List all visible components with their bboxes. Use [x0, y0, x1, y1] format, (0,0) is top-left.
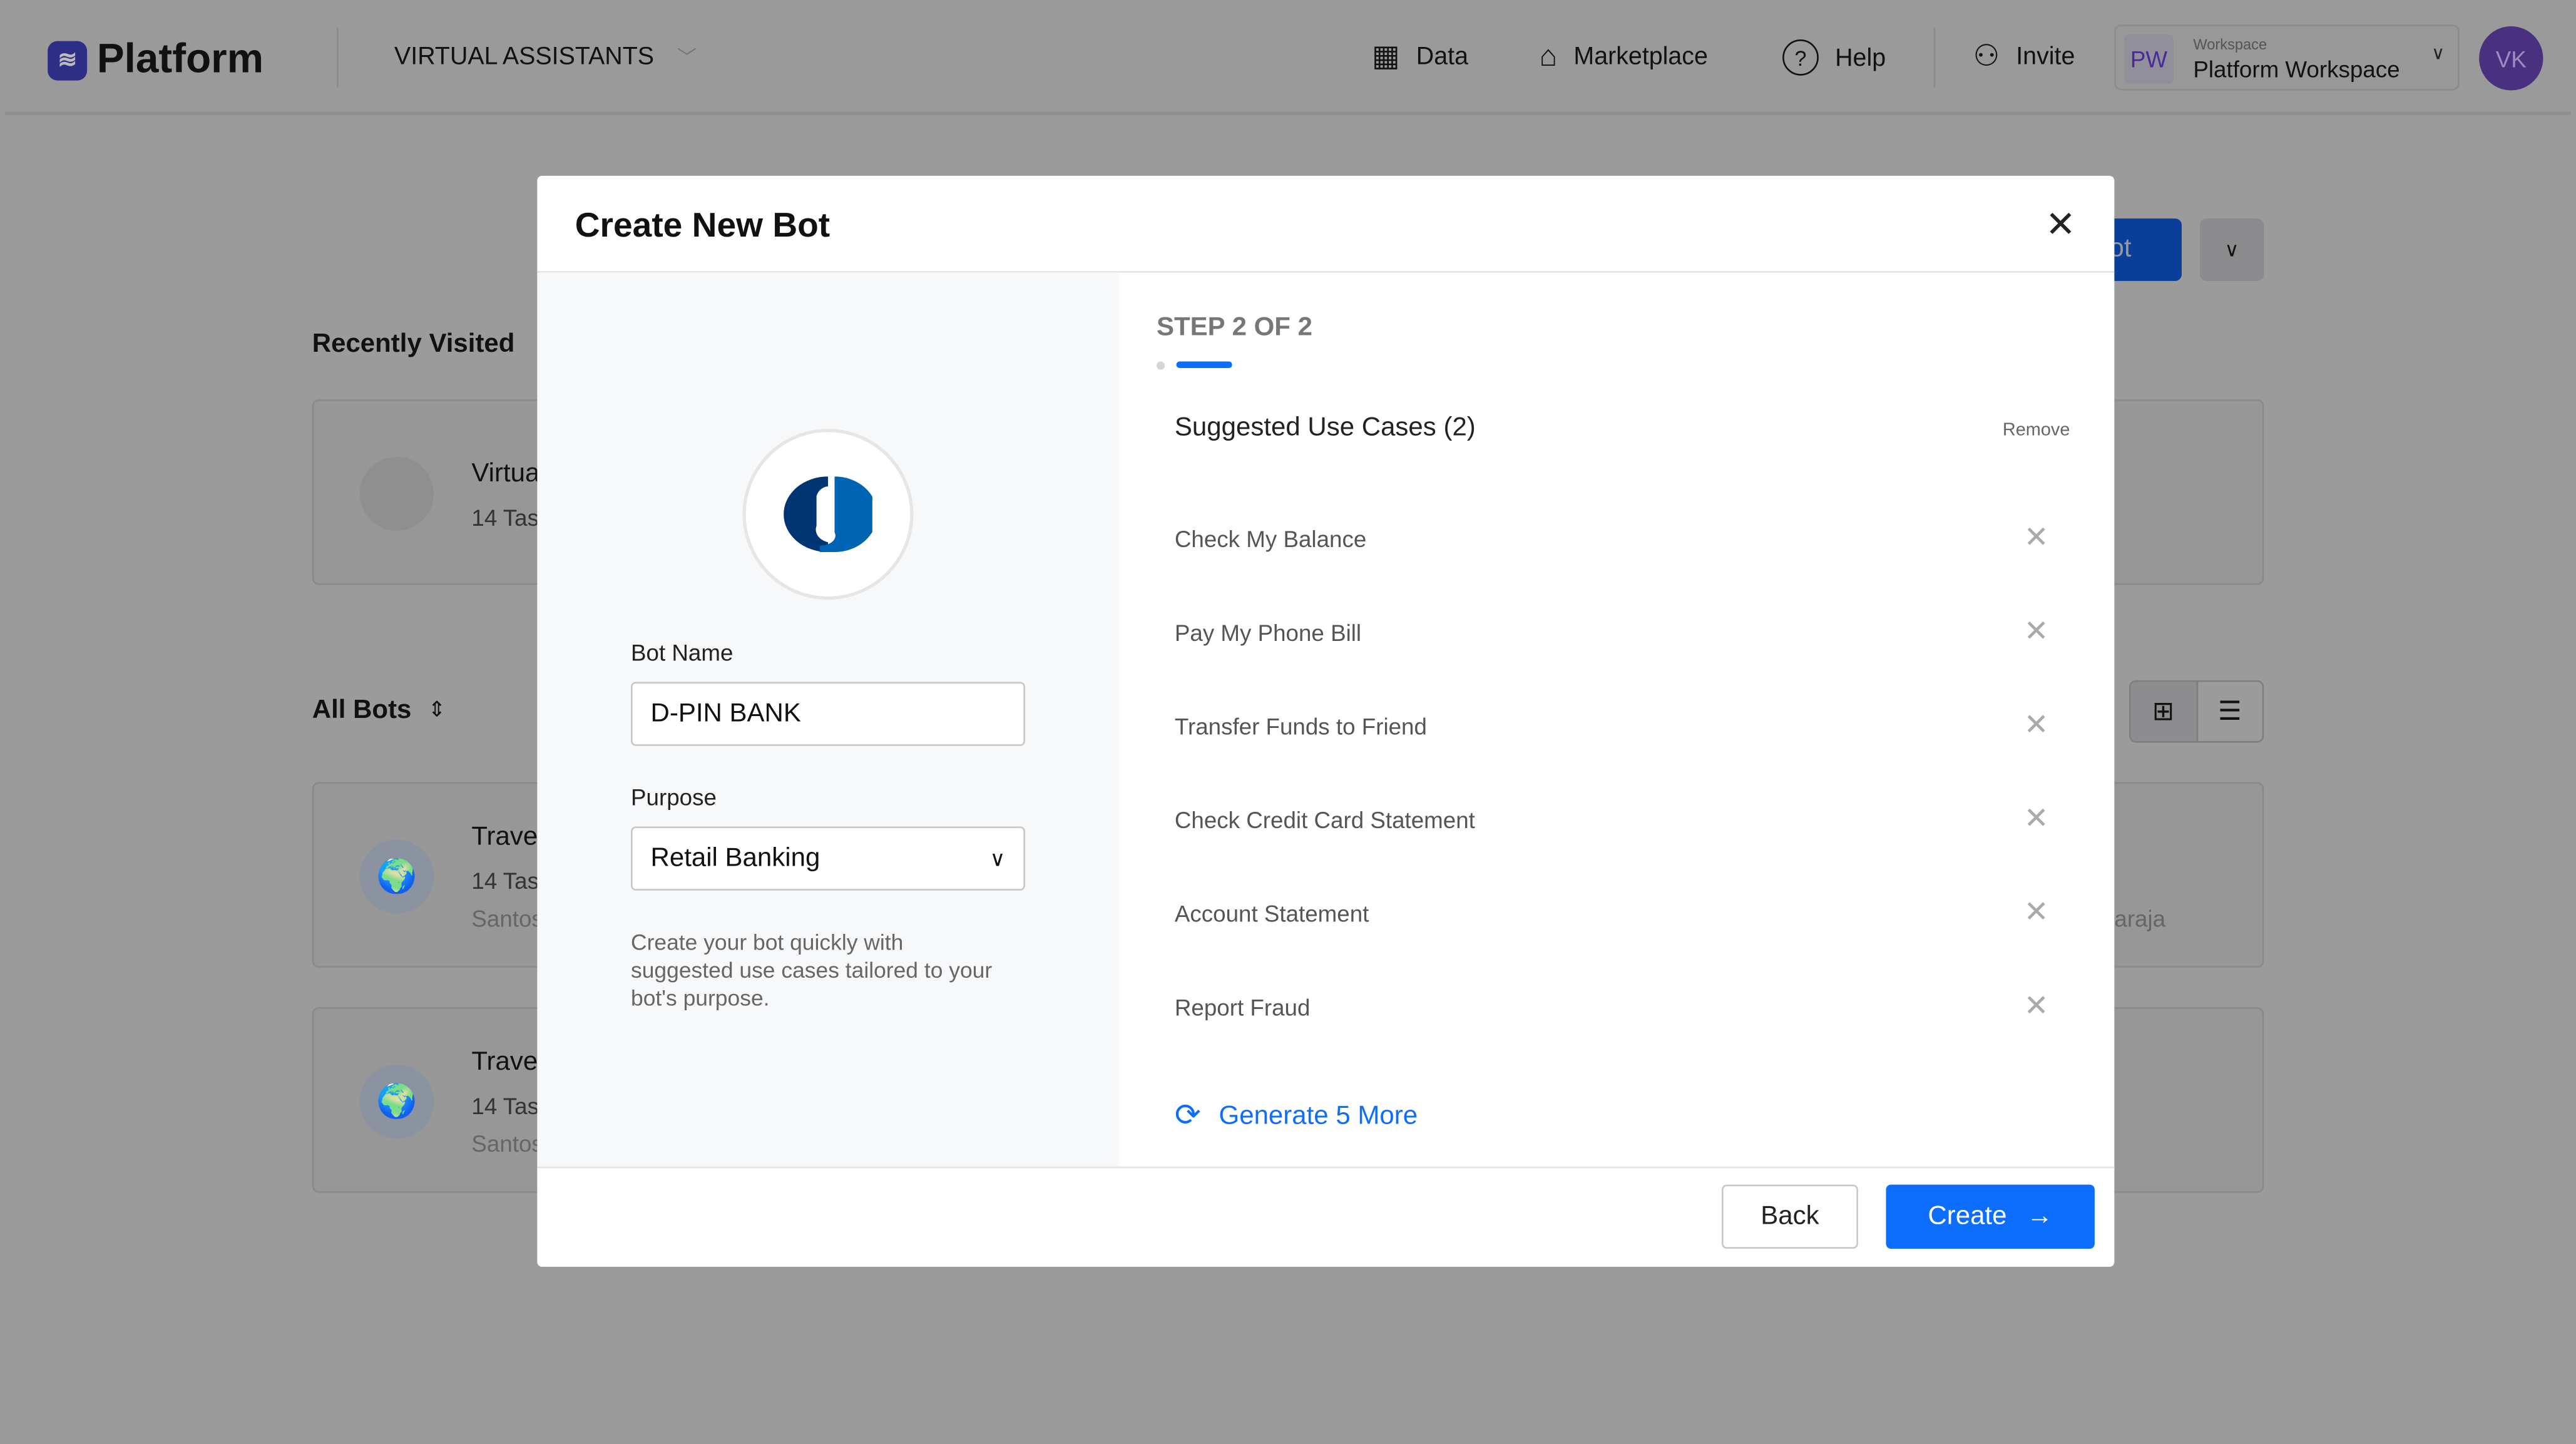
table-icon: ▦: [1371, 39, 1400, 73]
all-bots-sort[interactable]: All Bots ⇕: [312, 697, 446, 726]
section-title: Recently Visited: [312, 330, 515, 359]
step-indicator: STEP 2 OF 2: [1157, 314, 1313, 342]
workspace-selector[interactable]: PW Workspace Platform Workspace ∨: [2114, 24, 2460, 91]
refresh-icon: ⟳: [1174, 1099, 1201, 1134]
view-toggle: ⊞ ☰: [2129, 680, 2264, 743]
basket-icon: ⌂: [1539, 39, 1558, 73]
close-icon[interactable]: ✕: [2024, 802, 2049, 836]
back-button[interactable]: Back: [1722, 1184, 1858, 1249]
add-user-icon: ⚇: [1973, 39, 2000, 73]
use-case-item: Report Fraud ✕: [1175, 989, 2062, 1023]
generate-more-button[interactable]: ⟳ Generate 5 More: [1175, 1098, 1418, 1135]
close-icon[interactable]: ✕: [2045, 204, 2075, 247]
globe-icon: 🌍: [359, 839, 434, 914]
nav-marketplace[interactable]: ⌂ Marketplace: [1540, 39, 1708, 74]
chevron-down-icon: ∨: [2431, 44, 2445, 64]
create-button[interactable]: Create →: [1886, 1184, 2095, 1249]
avatar[interactable]: VK: [2479, 26, 2543, 91]
divider: [337, 28, 339, 88]
purpose-select[interactable]: Retail Banking ∨: [631, 826, 1025, 891]
chevron-down-icon: ﹀: [677, 46, 697, 69]
divider: [1933, 28, 1936, 88]
nav-data[interactable]: ▦ Data: [1372, 39, 1468, 74]
logo-icon: ≋: [48, 40, 88, 80]
step-dot: [1157, 361, 1165, 370]
close-icon[interactable]: ✕: [2024, 708, 2049, 742]
globe-icon: 🌍: [359, 1065, 434, 1139]
grid-view-icon[interactable]: ⊞: [2130, 682, 2197, 741]
chevron-down-icon: ∨: [989, 845, 1006, 870]
use-cases-title: Suggested Use Cases (2): [1174, 414, 1476, 443]
use-case-item: Transfer Funds to Friend ✕: [1175, 708, 2062, 742]
remove-all-link[interactable]: Remove: [2003, 421, 2070, 441]
use-case-item: Check Credit Card Statement ✕: [1175, 802, 2062, 836]
bot-logo-upload[interactable]: [742, 429, 914, 600]
section-dropdown[interactable]: VIRTUAL ASSISTANTS ﹀: [394, 43, 697, 71]
use-case-item: Account Statement ✕: [1175, 896, 2062, 930]
close-icon[interactable]: ✕: [2024, 896, 2049, 930]
bot-details-panel: Bot Name D-PIN BANK Purpose Retail Banki…: [537, 272, 1119, 1167]
workspace-initials: PW: [2124, 34, 2174, 84]
close-icon[interactable]: ✕: [2024, 989, 2049, 1023]
modal-title: Create New Bot: [575, 207, 831, 245]
use-case-item: Pay My Phone Bill ✕: [1175, 615, 2062, 649]
invite-button[interactable]: ⚇ Invite: [1973, 39, 2075, 74]
nav-help[interactable]: ? Help: [1782, 39, 1886, 76]
help-circle-icon: ?: [1782, 39, 1819, 76]
step-progress-active: [1176, 361, 1232, 368]
use-case-item: Check My Balance ✕: [1175, 521, 2062, 555]
modal-footer: Back Create →: [537, 1166, 2115, 1267]
bank-logo-icon: [784, 476, 872, 552]
create-bot-modal: Create New Bot ✕ Bot Name D-PIN BANK Pur…: [537, 175, 2115, 1267]
close-icon[interactable]: ✕: [2024, 615, 2049, 649]
bot-name-input[interactable]: D-PIN BANK: [631, 682, 1025, 746]
list-view-icon[interactable]: ☰: [2197, 682, 2262, 741]
arrow-right-icon: →: [2026, 1202, 2053, 1230]
sort-icon: ⇕: [427, 697, 446, 722]
platform-logo[interactable]: ≋ Platform: [48, 36, 263, 84]
close-icon[interactable]: ✕: [2024, 521, 2049, 555]
modal-header: Create New Bot ✕: [537, 176, 2115, 273]
chevron-down-icon[interactable]: ∨: [2199, 218, 2264, 281]
top-navigation-bar: ≋ Platform VIRTUAL ASSISTANTS ﹀ ▦ Data ⌂ Mar…: [4, 0, 2572, 115]
bot-avatar: [359, 456, 434, 531]
purpose-hint: Create your bot quickly with suggested u…: [631, 929, 993, 1011]
